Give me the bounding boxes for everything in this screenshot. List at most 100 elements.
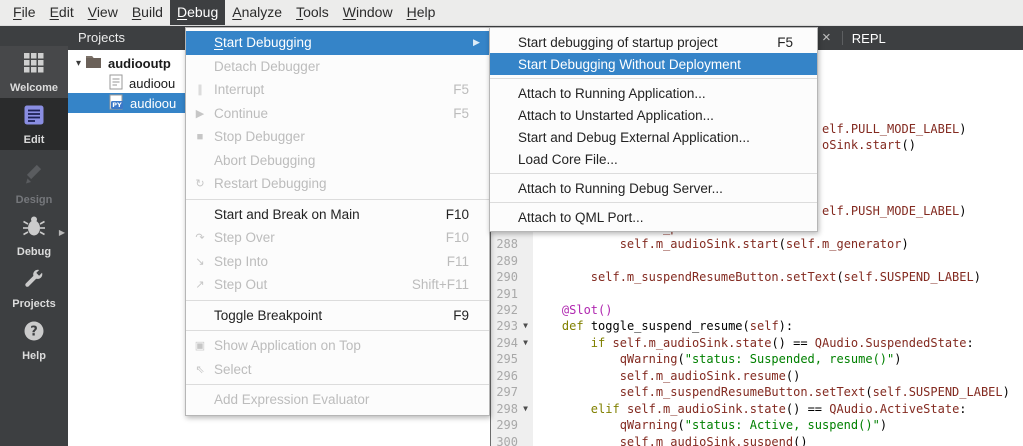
debug-bug-icon	[21, 215, 47, 244]
menu-item-label: Step Over	[214, 230, 446, 245]
line-number: 300	[491, 434, 518, 446]
menu-item-label: Attach to Unstarted Application...	[518, 108, 811, 123]
fold-marker-icon[interactable]: ▼	[518, 318, 533, 335]
submenu-item-start-debugging-without-deployment[interactable]: Start Debugging Without Deployment	[490, 53, 817, 75]
code-fragment-line-281: elf.PULL_MODE_LABEL)	[822, 121, 967, 138]
code-token	[533, 352, 620, 366]
submenu-item-start-debugging-of-startup-project[interactable]: Start debugging of startup projectF5	[490, 31, 817, 53]
fold-margin	[518, 286, 533, 303]
tree-item-label: audioou	[129, 76, 175, 91]
line-number: 290	[491, 269, 518, 286]
submenu-arrow-icon: ▶	[473, 37, 483, 48]
close-document-button[interactable]: ×	[820, 26, 833, 50]
menu-shortcut: F10	[446, 207, 469, 222]
menu-item-label: Add Expression Evaluator	[214, 392, 483, 407]
menubar-item-tools[interactable]: Tools	[289, 0, 336, 25]
edit-document-icon	[22, 103, 46, 132]
line-number: 291	[491, 286, 518, 303]
code-token	[620, 402, 627, 416]
menubar-item-window[interactable]: Window	[336, 0, 400, 25]
fold-margin	[518, 368, 533, 385]
menu-item-add-expression-evaluator: Add Expression Evaluator	[186, 388, 489, 412]
code-token: QAudio.ActiveState	[829, 402, 959, 416]
submenu-item-attach-to-unstarted-application[interactable]: Attach to Unstarted Application...	[490, 104, 817, 126]
submenu-item-load-core-file[interactable]: Load Core File...	[490, 148, 817, 170]
sidebar-item-debug[interactable]: Debug▶	[0, 210, 68, 262]
menu-item-start-and-break-on-main[interactable]: Start and Break on MainF10	[186, 203, 489, 227]
sidebar-item-help[interactable]: ?Help	[0, 314, 68, 366]
line-number: 294	[491, 335, 518, 352]
code-token: (	[865, 385, 872, 399]
menubar-item-edit[interactable]: Edit	[43, 0, 81, 25]
menu-item-label: Start Debugging Without Deployment	[518, 57, 811, 72]
menu-item-select: ⇖Select	[186, 358, 489, 382]
folder-icon	[85, 54, 102, 72]
code-line-text: self.m_audioSink.suspend()	[533, 434, 808, 446]
code-token: qWarning	[620, 418, 678, 432]
projects-wrench-icon	[22, 267, 46, 296]
code-token: @Slot()	[562, 303, 613, 317]
sidebar-item-edit[interactable]: Edit	[0, 98, 68, 150]
submenu-item-attach-to-running-application[interactable]: Attach to Running Application...	[490, 82, 817, 104]
code-token: :	[967, 336, 974, 350]
code-token: )	[1003, 385, 1010, 399]
code-line-293: 293▼ def toggle_suspend_resume(self):	[491, 318, 1023, 335]
fold-marker-icon[interactable]: ▼	[518, 401, 533, 418]
code-token: self.m_audioSink.start	[620, 237, 779, 251]
menu-separator	[186, 199, 489, 200]
step-out-icon: ↗	[186, 278, 214, 291]
code-line-text: qWarning("status: Active, suspend()")	[533, 417, 887, 434]
menu-item-label: Step Into	[214, 254, 447, 269]
line-number: 292	[491, 302, 518, 319]
code-token: elf.PULL_MODE_LABEL	[822, 122, 959, 136]
code-token: self	[750, 319, 779, 333]
help-question-icon: ?	[22, 319, 46, 348]
code-token: oSink.start	[822, 138, 901, 152]
menubar-item-help[interactable]: Help	[400, 0, 443, 25]
sidebar-item-welcome[interactable]: Welcome	[0, 46, 68, 98]
menu-item-label: Attach to Running Application...	[518, 86, 811, 101]
menu-item-start-debugging[interactable]: Start Debugging▶	[186, 31, 489, 55]
svg-text:?: ?	[30, 324, 38, 339]
menu-item-label: Attach to Running Debug Server...	[518, 181, 811, 196]
menu-shortcut: F10	[446, 230, 469, 245]
fold-margin	[518, 302, 533, 319]
menubar-item-view[interactable]: View	[81, 0, 125, 25]
submenu-item-attach-to-running-debug-server[interactable]: Attach to Running Debug Server...	[490, 177, 817, 199]
code-line-text: @Slot()	[533, 302, 612, 319]
fold-margin	[518, 269, 533, 286]
fold-marker-icon[interactable]: ▼	[518, 335, 533, 352]
expander-open-icon[interactable]: ▾	[72, 58, 85, 69]
code-line-299: 299 qWarning("status: Active, suspend()"…	[491, 417, 1023, 434]
debug-mode-flyout-arrow-icon[interactable]: ▶	[59, 228, 65, 237]
tab-repl[interactable]: REPL	[852, 31, 886, 46]
menubar-item-file[interactable]: File	[6, 0, 43, 25]
menubar-item-analyze[interactable]: Analyze	[225, 0, 289, 25]
menu-item-stop-debugger: ■Stop Debugger	[186, 125, 489, 149]
code-line-300: 300 self.m_audioSink.suspend()	[491, 434, 1023, 446]
restart-icon: ↻	[186, 177, 214, 190]
continue-icon: ▶	[186, 107, 214, 120]
code-line-text: oSink.start()	[822, 137, 916, 153]
code-line-292: 292 @Slot()	[491, 302, 1023, 319]
code-token	[533, 303, 562, 317]
start-debugging-submenu-popup: Start debugging of startup projectF5 Star…	[489, 27, 818, 232]
code-token: "status: Active, suspend()"	[685, 418, 880, 432]
menu-item-continue: ▶ContinueF5	[186, 102, 489, 126]
sidebar-item-projects[interactable]: Projects	[0, 262, 68, 314]
submenu-item-start-and-debug-external-application[interactable]: Start and Debug External Application...	[490, 126, 817, 148]
menubar-item-debug[interactable]: Debug	[170, 0, 225, 25]
fold-margin	[518, 236, 533, 253]
sidebar-item-label: Projects	[12, 298, 55, 310]
menu-shortcut: F11	[447, 254, 469, 269]
python-file-icon: PY	[109, 94, 124, 113]
menu-item-label: Continue	[214, 106, 453, 121]
menu-item-label: Load Core File...	[518, 152, 811, 167]
menubar-item-build[interactable]: Build	[125, 0, 170, 25]
code-token: self.m_audioSink.suspend	[620, 435, 793, 446]
code-token: )	[894, 352, 901, 366]
menu-item-toggle-breakpoint[interactable]: Toggle BreakpointF9	[186, 304, 489, 328]
line-number: 298	[491, 401, 518, 418]
submenu-item-attach-to-qml-port[interactable]: Attach to QML Port...	[490, 206, 817, 228]
menu-item-step-into: ↘Step IntoF11	[186, 250, 489, 274]
